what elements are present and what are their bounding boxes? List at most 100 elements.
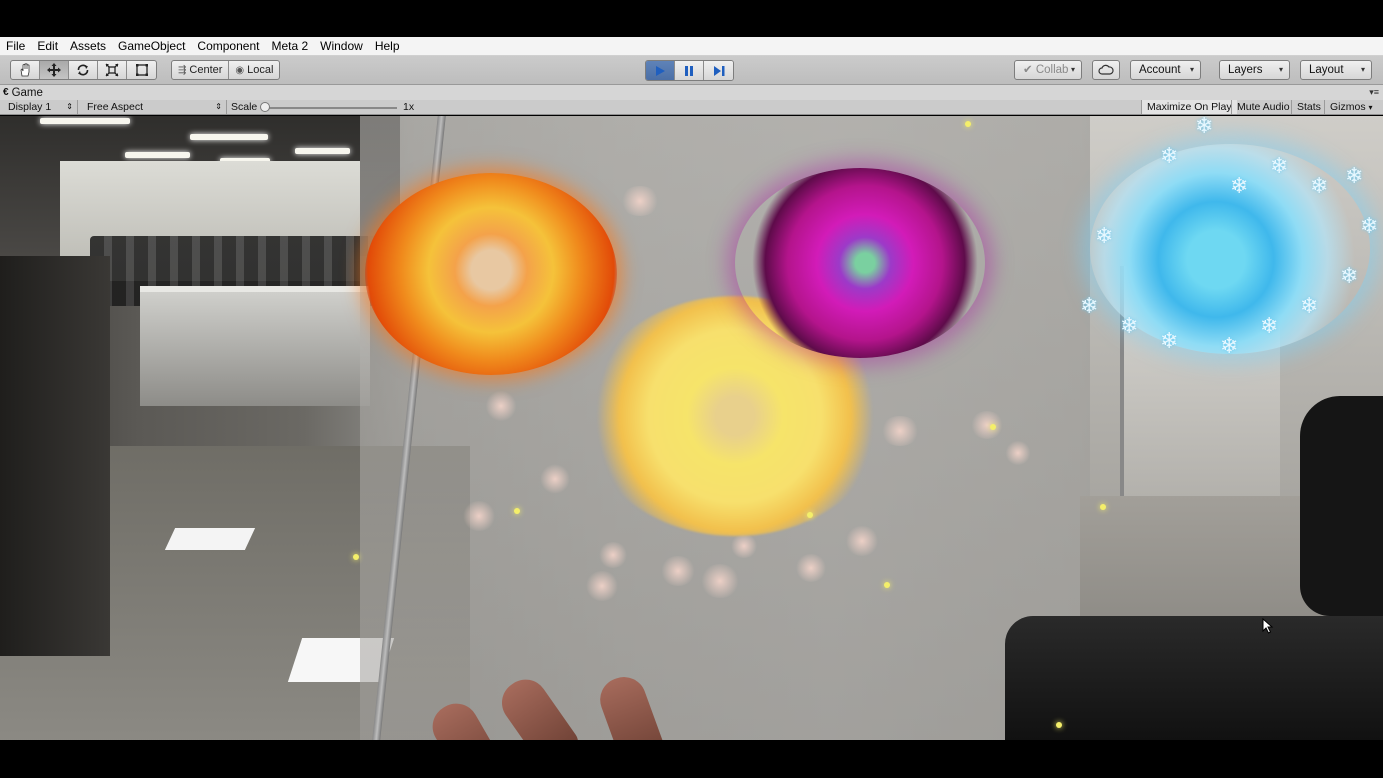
menu-assets[interactable]: Assets [64,37,112,56]
menu-meta2[interactable]: Meta 2 [265,37,314,56]
chevron-down-icon: ▾ [1070,65,1075,74]
snowflake-icon: ❄ [1080,294,1099,319]
play-controls [645,60,734,81]
snowflake-icon: ❄ [1270,154,1289,179]
ceiling-light [125,152,190,158]
pause-button[interactable] [675,61,704,80]
aspect-label: Free Aspect [87,101,144,113]
smoke-puff [700,564,740,598]
rotate-icon [77,64,89,76]
smoke-puff [1005,441,1031,465]
layout-label: Layout [1309,64,1344,76]
snowflake-icon: ❄ [1300,294,1319,319]
ceiling-light [295,148,350,154]
transform-tools [10,60,157,80]
ceiling-light [40,118,130,124]
tab-menu-icon[interactable]: ▾≡ [1369,87,1379,98]
game-viewport[interactable]: ❄ ❄ ❄ ❄ ❄ ❄ ❄ ❄ ❄ ❄ ❄ ❄ ❄ ❄ ❄ [0,116,1383,740]
menu-file[interactable]: File [0,37,31,56]
smoke-puff [540,464,570,494]
spark-particle [514,508,520,514]
game-tab-row: € Game ▾≡ [0,85,1383,100]
bottom-letterbox [0,740,1383,778]
snowflake-icon: ❄ [1120,314,1139,339]
maximize-on-play-toggle[interactable]: Maximize On Play [1141,100,1237,114]
magic-vortex-effect [735,168,985,358]
main-toolbar: ⇶ Center ◉ Local ✔ Collab ▾ Account ▾ La… [0,56,1383,85]
snowflake-icon: ❄ [1220,334,1239,359]
check-icon: ✔ [1023,64,1033,76]
layers-label: Layers [1228,64,1263,76]
move-tool-button[interactable] [40,61,69,79]
menu-gameobject[interactable]: GameObject [112,37,191,56]
game-view-toolbar: Display 1 ⇕ Free Aspect ⇕ Scale 1x Maxim… [0,100,1383,115]
smoke-puff [880,416,920,446]
display-dropdown[interactable]: Display 1 ⇕ [0,100,78,114]
smoke-puff [795,554,827,582]
aspect-dropdown[interactable]: Free Aspect ⇕ [79,100,227,114]
rotate-tool-button[interactable] [69,61,98,79]
rect-transform-icon [135,64,148,76]
office-counter [140,286,370,406]
gizmos-dropdown[interactable]: Gizmos ▾ [1324,100,1383,114]
tab-game[interactable]: € Game [3,85,43,100]
space-label: Local [247,64,274,76]
step-button[interactable] [704,61,733,80]
mute-audio-toggle[interactable]: Mute Audio [1231,100,1295,114]
hand-tool-button[interactable] [11,61,40,79]
chevron-down-icon: ▾ [1189,65,1194,74]
spark-particle [807,512,813,518]
scale-slider-thumb[interactable] [260,102,270,112]
menu-window[interactable]: Window [314,37,369,56]
menu-bar: File Edit Assets GameObject Component Me… [0,37,1383,56]
mouse-cursor-icon [1262,618,1274,634]
collab-dropdown[interactable]: ✔ Collab ▾ [1014,60,1082,80]
pivot-local-toggle[interactable]: ◉ Local [229,61,279,79]
layers-dropdown[interactable]: Layers ▾ [1219,60,1290,80]
pivot-icon: ⇶ [178,64,187,76]
dark-table [1005,616,1383,740]
collab-label: Collab [1035,64,1069,76]
smoke-puff [730,534,758,558]
account-dropdown[interactable]: Account ▾ [1130,60,1201,80]
account-label: Account [1139,64,1181,76]
menu-edit[interactable]: Edit [31,37,64,56]
snowflake-icon: ❄ [1230,174,1249,199]
play-button[interactable] [646,61,675,80]
ceiling-light [190,134,268,140]
play-icon [656,65,665,76]
updown-arrow-icon: ⇕ [66,102,73,111]
pivot-center-toggle[interactable]: ⇶ Center [172,61,230,79]
scale-icon [105,63,119,77]
left-pillar [0,256,110,656]
snowflake-icon: ❄ [1095,224,1114,249]
cloud-button[interactable] [1092,60,1120,80]
smoke-puff [845,526,879,556]
smoke-puff [660,556,696,586]
pivot-controls: ⇶ Center ◉ Local [171,60,281,80]
scale-slider-track[interactable] [265,107,397,109]
tab-game-label: Game [11,86,43,99]
layout-dropdown[interactable]: Layout ▾ [1300,60,1372,80]
smoke-puff [585,571,619,601]
stats-toggle[interactable]: Stats [1291,100,1326,114]
spark-particle [990,424,996,430]
stats-label: Stats [1297,101,1321,113]
scale-label: Scale [231,101,258,113]
snowflake-icon: ❄ [1340,264,1359,289]
move-icon [47,63,61,77]
menu-help[interactable]: Help [369,37,406,56]
smoke-puff [462,501,496,531]
menu-component[interactable]: Component [191,37,265,56]
maximize-on-play-label: Maximize On Play [1147,101,1232,113]
snowflake-icon: ❄ [1160,329,1179,354]
snowflake-icon: ❄ [1195,116,1214,139]
pause-icon [685,65,693,76]
rect-tool-button[interactable] [127,61,156,79]
gizmos-label: Gizmos [1330,101,1366,113]
snowflake-icon: ❄ [1345,164,1364,189]
scale-tool-button[interactable] [98,61,127,79]
snowflake-icon: ❄ [1360,214,1379,239]
smoke-puff [970,411,1004,439]
display-label: Display 1 [8,101,52,113]
